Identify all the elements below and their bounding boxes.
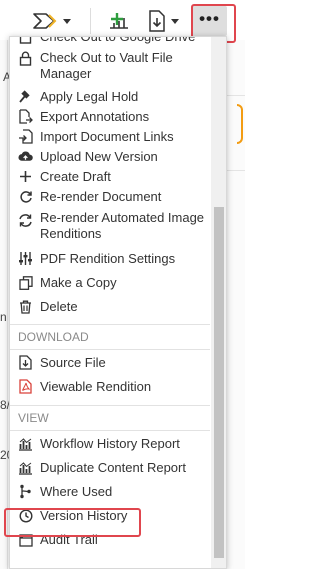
menu-item-viewable-rendition[interactable]: Viewable Rendition	[10, 375, 210, 399]
menu-item-delete[interactable]: Delete	[10, 295, 210, 319]
menu-item-label: Upload New Version	[40, 149, 158, 164]
menu-item-audit-trail[interactable]: Audit Trail	[10, 528, 210, 552]
chevron-down-icon	[62, 18, 71, 24]
menu-item-check-out-google-drive[interactable]: Check Out to Google Drive	[10, 36, 210, 47]
menu-item-import-document-links[interactable]: Import Document Links	[10, 127, 210, 147]
menu-item-make-a-copy[interactable]: Make a Copy	[10, 271, 210, 295]
menu-item-where-used[interactable]: Where Used	[10, 480, 210, 504]
menu-item-pdf-rendition-settings[interactable]: PDF Rendition Settings	[10, 247, 210, 271]
menu-item-re-render-image-renditions[interactable]: Re-render Automated Image Renditions	[10, 207, 210, 247]
upload-cloud-icon	[18, 149, 33, 164]
menu-item-apply-legal-hold[interactable]: Apply Legal Hold	[10, 87, 210, 107]
menu-item-label: Check Out to Google Drive	[40, 36, 196, 44]
menu-item-duplicate-content-report[interactable]: Duplicate Content Report	[10, 456, 210, 480]
menu-item-label: Viewable Rendition	[40, 379, 152, 394]
trash-icon	[18, 299, 33, 314]
menu-item-label: Export Annotations	[40, 109, 150, 124]
plus-icon	[18, 169, 33, 184]
menu-item-label: PDF Rendition Settings	[40, 251, 176, 266]
menu-item-label: Delete	[40, 299, 78, 314]
refresh-icon	[18, 189, 33, 204]
audit-icon	[18, 532, 33, 547]
sliders-icon	[18, 251, 33, 266]
menu-item-label: Version History	[40, 508, 128, 523]
menu-item-re-render-document[interactable]: Re-render Document	[10, 187, 210, 207]
bg-fragment: n	[0, 310, 7, 324]
menu-item-source-file[interactable]: Source File	[10, 350, 210, 375]
actions-menu: Check Out to Google Drive Check Out to V…	[9, 36, 227, 569]
workflow-button[interactable]	[28, 8, 74, 34]
refresh-images-icon	[18, 213, 33, 228]
check-in-icon	[148, 10, 166, 32]
add-document-button[interactable]	[104, 6, 134, 36]
workflow-icon	[32, 12, 58, 30]
more-actions-button[interactable]: •••	[192, 6, 227, 36]
download-section-header: DOWNLOAD	[18, 330, 89, 344]
menu-item-label: Where Used	[40, 484, 113, 499]
divider	[226, 170, 245, 171]
pdf-icon	[18, 379, 33, 394]
copy-icon	[18, 275, 33, 290]
clock-icon	[18, 508, 33, 523]
menu-item-version-history[interactable]: Version History	[10, 504, 210, 528]
menu-item-label: Apply Legal Hold	[40, 89, 139, 104]
menu-item-label: Source File	[40, 355, 106, 370]
export-icon	[18, 109, 33, 124]
menu-item-label: Workflow History Report	[40, 436, 180, 451]
toolbar-divider	[90, 8, 91, 34]
chevron-down-icon	[170, 18, 179, 24]
lock-icon	[18, 37, 33, 44]
menu-item-label: Duplicate Content Report	[40, 460, 186, 475]
more-actions-icon: •••	[199, 8, 220, 28]
menu-item-label: Import Document Links	[40, 129, 174, 144]
gavel-icon	[18, 89, 33, 104]
page-left-edge	[0, 40, 8, 569]
menu-item-create-draft[interactable]: Create Draft	[10, 167, 210, 187]
report-chart-icon	[18, 436, 33, 451]
branch-icon	[18, 484, 33, 499]
menu-item-label: Re-render Automated Image Renditions	[40, 210, 205, 241]
menu-scrollbar-thumb[interactable]	[214, 207, 224, 558]
menu-item-workflow-history-report[interactable]: Workflow History Report	[10, 431, 210, 456]
menu-item-label: Make a Copy	[40, 275, 117, 290]
menu-item-check-out-vault[interactable]: Check Out to Vault File Manager	[10, 47, 210, 87]
import-icon	[18, 129, 33, 144]
divider	[226, 95, 245, 96]
lock-icon	[18, 51, 33, 66]
status-indicator-icon	[237, 104, 243, 144]
check-in-button[interactable]	[141, 6, 185, 36]
document-toolbar: •••	[0, 0, 245, 43]
view-section-header: VIEW	[18, 411, 49, 425]
menu-item-label: Audit Trail	[40, 532, 98, 547]
screen: A n 8/ 20 ••• Check Out to Google Drive …	[0, 0, 245, 569]
report-chart-icon	[18, 460, 33, 475]
download-file-icon	[18, 355, 33, 370]
menu-item-upload-new-version[interactable]: Upload New Version	[10, 147, 210, 167]
menu-item-export-annotations[interactable]: Export Annotations	[10, 107, 210, 127]
actions-menu-list: Check Out to Google Drive Check Out to V…	[10, 36, 210, 552]
menu-item-label: Re-render Document	[40, 189, 162, 204]
add-icon	[108, 10, 130, 32]
menu-item-label: Check Out to Vault File Manager	[40, 50, 173, 81]
menu-item-label: Create Draft	[40, 169, 111, 184]
